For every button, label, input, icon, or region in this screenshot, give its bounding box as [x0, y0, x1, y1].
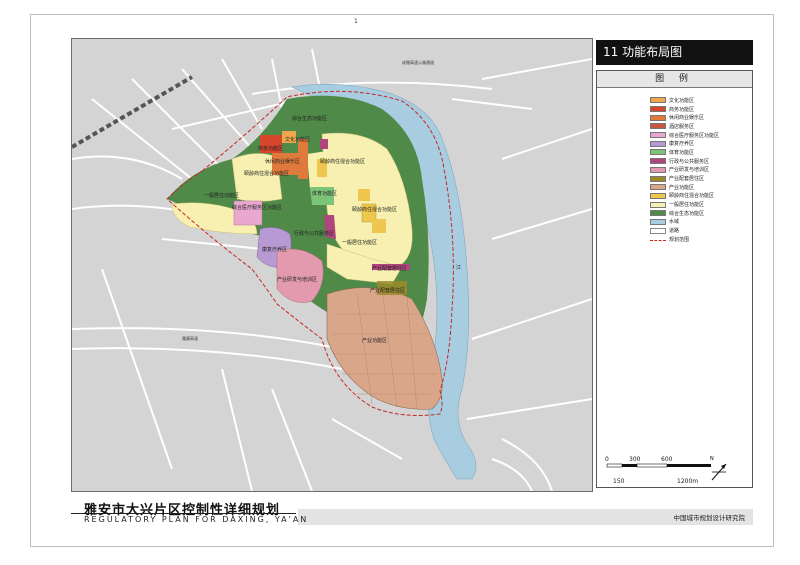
- legend-swatch: [650, 218, 666, 225]
- legend-swatch: [650, 140, 666, 147]
- legend-swatch: [650, 201, 666, 208]
- railway-line: [72, 75, 194, 149]
- land-use-map: 成雅高速公路通道 雅康高速 综合生态功能区 文化功能区 商务功能区 休闲商业娱乐…: [72, 48, 592, 491]
- scale-bar-graphic: [606, 463, 711, 468]
- legend-swatch: [650, 184, 666, 191]
- legend-label: 酒店服务区: [669, 123, 695, 130]
- legend-item: 颐龄商住混合功能区: [650, 192, 719, 201]
- admin-label: 行政与公共服务区: [294, 230, 334, 237]
- business-label: 商务功能区: [258, 145, 283, 152]
- legend-panel: 图 例 文化功能区商务功能区休闲商业娱乐区 酒店服务区综合医疗服务区功能区 康复疗养…: [596, 70, 753, 488]
- legend-swatch: [650, 192, 666, 199]
- north-arrow: N: [708, 456, 730, 484]
- legend-item: 文化功能区: [650, 96, 719, 105]
- map-frame[interactable]: 成雅高速公路通道 雅康高速 综合生态功能区 文化功能区 商务功能区 休闲商业娱乐…: [71, 38, 593, 492]
- legend-item: 综合生态功能区: [650, 209, 719, 218]
- legend-item: 酒店服务区: [650, 122, 719, 131]
- map-title: 11 功能布局图: [596, 40, 753, 65]
- legend-item: 康复疗养区: [650, 139, 719, 148]
- legend-label: 休闲商业娱乐区: [669, 115, 705, 122]
- legend-label: 一般居住功能区: [669, 202, 705, 209]
- legend-item: 水域: [650, 218, 719, 227]
- legend-item: 体育功能区: [650, 148, 719, 157]
- river-label: 江: [456, 264, 461, 271]
- expressway-label: 成雅高速公路通道: [402, 59, 434, 65]
- rehab-label: 康复疗养区: [262, 246, 287, 253]
- scale-tick-0: 0: [605, 456, 609, 463]
- legend-label: 产业配套居住区: [669, 176, 705, 183]
- residential-west-label: 一般居住功能区: [204, 192, 239, 199]
- legend-item: 规划范围: [650, 235, 719, 244]
- industry-label: 产业功能区: [362, 337, 387, 344]
- legend-label: 体育功能区: [669, 149, 695, 156]
- legend-swatch: [650, 97, 666, 104]
- scale-tick-600: 600: [661, 456, 673, 463]
- legend-swatch: [650, 149, 666, 156]
- legend-item: 行政与公共服务区: [650, 157, 719, 166]
- legend-item: 产业配套居住区: [650, 174, 719, 183]
- legend-label: 行政与公共服务区: [669, 158, 710, 165]
- legend-label: 综合医疗服务区功能区: [669, 132, 720, 139]
- legend-label: 文化功能区: [669, 97, 695, 104]
- legend-swatch: [650, 106, 666, 113]
- footer: 雅安市大兴片区控制性详细规划 REGULATORY PLAN FOR DAXIN…: [71, 497, 753, 527]
- ecology-label: 综合生态功能区: [292, 115, 327, 122]
- legend-item: 休闲商业娱乐区: [650, 113, 719, 122]
- medical-label: 综合医疗服务区功能区: [232, 204, 282, 211]
- organization-name: 中国城市规划设计研究院: [673, 514, 746, 522]
- legend-swatch: [650, 210, 666, 217]
- legend-item: 综合医疗服务区功能区: [650, 131, 719, 140]
- culture-label: 文化功能区: [285, 136, 310, 143]
- legend-swatch: [650, 123, 666, 130]
- legend-swatch: [650, 227, 666, 234]
- legend-list: 文化功能区商务功能区休闲商业娱乐区 酒店服务区综合医疗服务区功能区 康复疗养区 体育功…: [650, 96, 719, 244]
- industrial-housing-label-2: 产业配套居住区: [370, 287, 405, 294]
- legend-label: 颐龄商住混合功能区: [669, 193, 715, 200]
- legend-swatch: [650, 158, 666, 165]
- legend-label: 产业研发与培训区: [669, 167, 710, 174]
- health-business-label: 颐龄商住混合功能区: [244, 170, 289, 177]
- scale-tick-300: 300: [629, 456, 641, 463]
- legend-label: 道路: [669, 228, 680, 235]
- legend-label: 康复疗养区: [669, 141, 695, 148]
- leisure-label: 休闲商业娱乐区: [265, 158, 300, 165]
- page-number: 1: [354, 18, 358, 25]
- north-label: N: [710, 456, 714, 462]
- plan-title-en: REGULATORY PLAN FOR DAXING, YA'AN: [84, 515, 309, 524]
- scale-tick-150: 150: [613, 478, 625, 485]
- title-underline: [71, 513, 296, 514]
- legend-swatch: [650, 175, 666, 182]
- legend-item: 一般居住功能区: [650, 200, 719, 209]
- legend-title: 图 例: [597, 71, 752, 88]
- legend-label: 综合生态功能区: [669, 210, 705, 217]
- residential-east-label: 一般居住功能区: [342, 239, 377, 246]
- legend-swatch: [650, 240, 666, 242]
- health-business-east-label: 颐龄商住混合功能区: [320, 158, 365, 165]
- industrial-housing-label: 产业配套居住区: [372, 265, 407, 272]
- legend-item: 道路: [650, 226, 719, 235]
- legend-item: 商务功能区: [650, 105, 719, 114]
- legend-swatch: [650, 166, 666, 173]
- legend-label: 商务功能区: [669, 106, 695, 113]
- legend-item: 产业研发与培训区: [650, 166, 719, 175]
- legend-label: 产业功能区: [669, 184, 695, 191]
- highway-label: 雅康高速: [182, 335, 198, 341]
- legend-item: 产业功能区: [650, 183, 719, 192]
- training-label: 产业研发与培训区: [277, 276, 317, 283]
- legend-label: 规划范围: [669, 236, 690, 243]
- legend-swatch: [650, 132, 666, 139]
- legend-swatch: [650, 114, 666, 121]
- training-zone: [276, 248, 324, 303]
- health-business-east2-label: 颐龄商住混合功能区: [352, 206, 397, 213]
- sports-label: 体育功能区: [312, 190, 337, 197]
- legend-label: 水域: [669, 219, 680, 226]
- scale-tick-1200: 1200m: [677, 478, 699, 485]
